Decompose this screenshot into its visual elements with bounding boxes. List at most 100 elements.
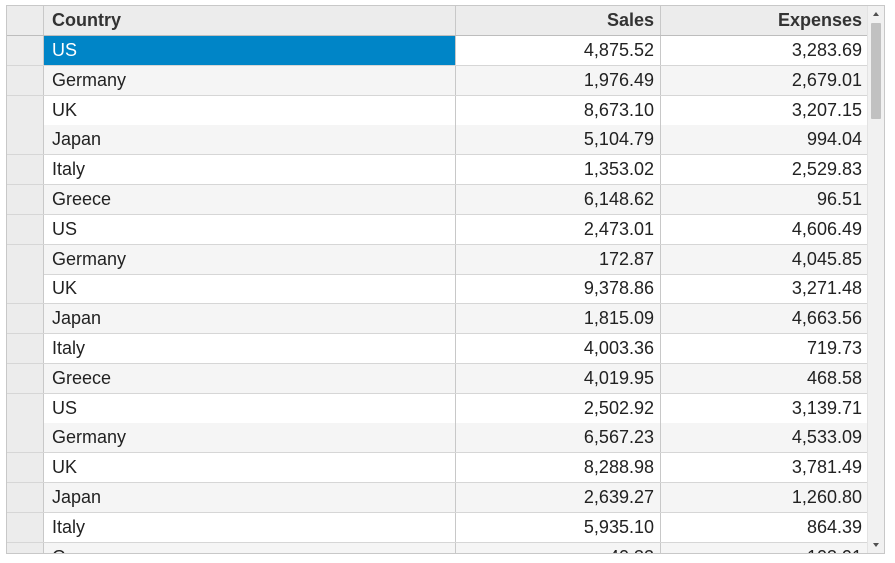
column-header-expenses[interactable]: Expenses — [661, 6, 869, 35]
cell-country[interactable]: Greece — [44, 542, 456, 553]
cell-sales[interactable]: 172.87 — [456, 244, 661, 274]
cell-expenses[interactable]: 468.58 — [661, 363, 869, 393]
row-header-cell[interactable] — [7, 155, 44, 185]
row-header-cell[interactable] — [7, 512, 44, 542]
data-grid[interactable]: Country Sales Expenses US 4,875.52 3,283.6… — [6, 5, 885, 554]
cell-country[interactable]: US — [44, 214, 456, 244]
cell-country[interactable]: Greece — [44, 185, 456, 214]
cell-sales[interactable]: 6,148.62 — [456, 185, 661, 214]
scroll-down-arrow-icon[interactable] — [868, 537, 884, 553]
cell-sales[interactable]: 5,104.79 — [456, 125, 661, 155]
table-row[interactable]: Italy 5,935.10 864.39 — [7, 512, 869, 543]
cell-expenses[interactable]: 3,139.71 — [661, 393, 869, 423]
cell-country[interactable]: US — [44, 36, 456, 65]
cell-country[interactable]: US — [44, 393, 456, 423]
cell-country[interactable]: Italy — [44, 334, 456, 363]
cell-sales[interactable]: 2,473.01 — [456, 214, 661, 244]
table-row[interactable]: Greece40.32103.91 — [7, 542, 869, 553]
cell-sales[interactable]: 2,639.27 — [456, 483, 661, 512]
cell-sales[interactable]: 40.32 — [456, 542, 661, 553]
cell-expenses[interactable]: 103.91 — [661, 542, 869, 553]
cell-country[interactable]: Japan — [44, 304, 456, 334]
column-header-sales[interactable]: Sales — [456, 6, 661, 35]
cell-country[interactable]: Germany — [44, 244, 456, 274]
table-row[interactable]: UK 8,288.98 3,781.49 — [7, 453, 869, 484]
row-header-cell[interactable] — [7, 65, 44, 95]
row-header-cell[interactable] — [7, 274, 44, 304]
cell-sales[interactable]: 6,567.23 — [456, 423, 661, 453]
cell-country[interactable]: Italy — [44, 155, 456, 185]
cell-expenses[interactable]: 2,529.83 — [661, 155, 869, 185]
cell-expenses[interactable]: 4,606.49 — [661, 214, 869, 244]
cell-expenses[interactable]: 4,045.85 — [661, 244, 869, 274]
row-header-cell[interactable] — [7, 95, 44, 125]
cell-country[interactable]: Germany — [44, 65, 456, 95]
cell-country[interactable]: Greece — [44, 363, 456, 393]
cell-sales[interactable]: 1,815.09 — [456, 304, 661, 334]
row-header-cell[interactable] — [7, 304, 44, 334]
cell-expenses[interactable]: 3,271.48 — [661, 274, 869, 304]
cell-expenses[interactable]: 994.04 — [661, 125, 869, 155]
cell-expenses[interactable]: 3,781.49 — [661, 453, 869, 483]
cell-sales[interactable]: 9,378.86 — [456, 274, 661, 304]
table-row[interactable]: Germany 172.87 4,045.85 — [7, 244, 869, 275]
table-row[interactable]: Japan 1,815.09 4,663.56 — [7, 304, 869, 335]
cell-expenses[interactable]: 96.51 — [661, 185, 869, 214]
cell-expenses[interactable]: 3,207.15 — [661, 95, 869, 125]
row-header-cell[interactable] — [7, 36, 44, 65]
cell-country[interactable]: UK — [44, 274, 456, 304]
row-header-cell[interactable] — [7, 125, 44, 155]
scroll-up-arrow-icon[interactable] — [868, 6, 884, 22]
row-header-cell[interactable] — [7, 185, 44, 214]
table-row[interactable]: Italy 4,003.36 719.73 — [7, 334, 869, 364]
cell-expenses[interactable]: 4,663.56 — [661, 304, 869, 334]
column-header-country[interactable]: Country — [44, 6, 456, 35]
table-row[interactable]: Greece 4,019.95 468.58 — [7, 363, 869, 394]
cell-country[interactable]: Germany — [44, 423, 456, 453]
row-header-cell[interactable] — [7, 334, 44, 363]
cell-sales[interactable]: 2,502.92 — [456, 393, 661, 423]
table-row[interactable]: Germany 1,976.49 2,679.01 — [7, 65, 869, 96]
cell-country[interactable]: UK — [44, 95, 456, 125]
cell-expenses[interactable]: 719.73 — [661, 334, 869, 363]
cell-expenses[interactable]: 2,679.01 — [661, 65, 869, 95]
cell-expenses[interactable]: 1,260.80 — [661, 483, 869, 512]
row-header-cell[interactable] — [7, 244, 44, 274]
cell-expenses[interactable]: 864.39 — [661, 512, 869, 542]
vertical-scrollbar[interactable] — [867, 6, 884, 553]
cell-sales[interactable]: 4,003.36 — [456, 334, 661, 363]
cell-country[interactable]: Japan — [44, 483, 456, 512]
row-header-cell[interactable] — [7, 363, 44, 393]
cell-country[interactable]: Japan — [44, 125, 456, 155]
cell-country[interactable]: UK — [44, 453, 456, 483]
cell-sales[interactable]: 8,288.98 — [456, 453, 661, 483]
cell-sales[interactable]: 8,673.10 — [456, 95, 661, 125]
cell-sales[interactable]: 1,976.49 — [456, 65, 661, 95]
cell-country[interactable]: Italy — [44, 512, 456, 542]
scrollbar-thumb[interactable] — [871, 23, 881, 119]
cell-sales[interactable]: 1,353.02 — [456, 155, 661, 185]
table-row[interactable]: Japan 5,104.79 994.04 — [7, 125, 869, 156]
cell-sales[interactable]: 4,019.95 — [456, 363, 661, 393]
grid-header: Country Sales Expenses — [7, 6, 869, 36]
row-header-cell[interactable] — [7, 393, 44, 423]
cell-sales[interactable]: 4,875.52 — [456, 36, 661, 65]
row-header-cell[interactable] — [7, 214, 44, 244]
row-header-cell[interactable] — [7, 423, 44, 453]
table-row[interactable]: Italy 1,353.02 2,529.83 — [7, 155, 869, 186]
table-row[interactable]: UK 8,673.10 3,207.15 — [7, 95, 869, 126]
table-row[interactable]: Germany 6,567.23 4,533.09 — [7, 423, 869, 454]
cell-sales[interactable]: 5,935.10 — [456, 512, 661, 542]
table-row[interactable]: Greece 6,148.62 96.51 — [7, 185, 869, 215]
row-header-cell[interactable] — [7, 542, 44, 553]
table-row[interactable]: US 2,502.92 3,139.71 — [7, 393, 869, 424]
top-left-corner-cell[interactable] — [7, 6, 44, 35]
cell-expenses[interactable]: 3,283.69 — [661, 36, 869, 65]
table-row[interactable]: US 2,473.01 4,606.49 — [7, 214, 869, 245]
cell-expenses[interactable]: 4,533.09 — [661, 423, 869, 453]
table-row[interactable]: Japan 2,639.27 1,260.80 — [7, 483, 869, 513]
table-row[interactable]: US 4,875.52 3,283.69 — [7, 36, 869, 66]
table-row[interactable]: UK 9,378.86 3,271.48 — [7, 274, 869, 305]
row-header-cell[interactable] — [7, 453, 44, 483]
row-header-cell[interactable] — [7, 483, 44, 512]
